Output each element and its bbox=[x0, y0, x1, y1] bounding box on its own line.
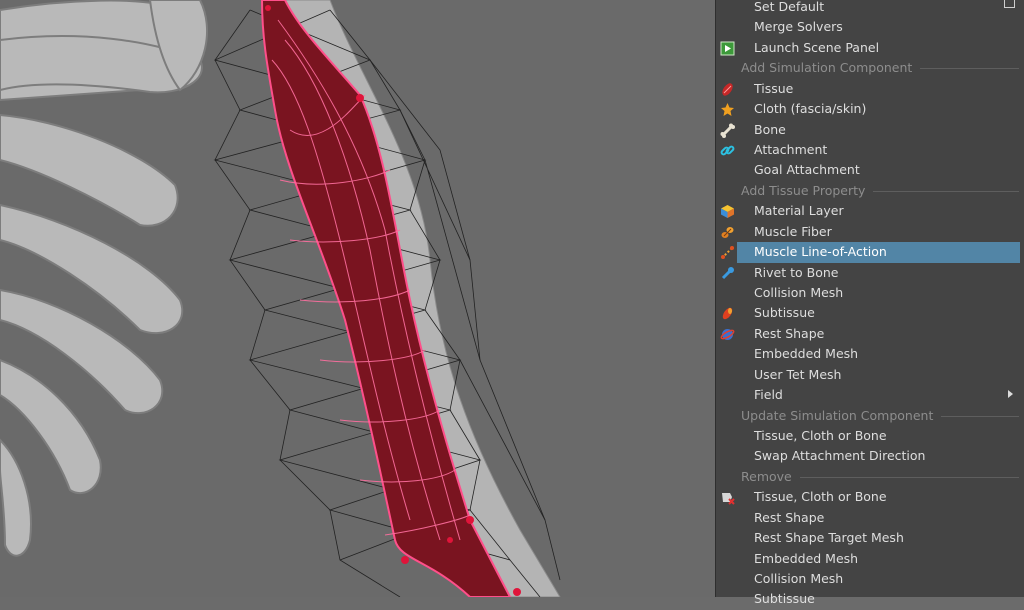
cloth-icon bbox=[720, 102, 735, 117]
section-divider bbox=[941, 415, 1019, 417]
ribcage-mesh bbox=[0, 0, 208, 557]
section-header-remove: Remove bbox=[716, 467, 1024, 487]
menu-item-label: Rest Shape bbox=[754, 509, 825, 525]
menu-item-label: Embedded Mesh bbox=[754, 550, 859, 566]
menu-item-label: Attachment bbox=[754, 142, 828, 157]
menu-item-embedded-mesh[interactable]: Embedded Mesh bbox=[716, 549, 1024, 569]
menu-item-muscle-fiber[interactable]: Muscle Fiber bbox=[716, 222, 1024, 242]
menu-item-merge-solvers[interactable]: Merge Solvers bbox=[716, 17, 1024, 37]
subtissue-icon bbox=[720, 306, 735, 321]
menu-item-label: Collision Mesh bbox=[754, 571, 844, 587]
section-header-update-simulation-component: Update Simulation Component bbox=[716, 406, 1024, 426]
menu-item-tissue-cloth-or-bone[interactable]: Tissue, Cloth or Bone bbox=[716, 487, 1024, 507]
menu-item-label: Field bbox=[754, 387, 783, 403]
menu-item-label: Material Layer bbox=[754, 203, 844, 219]
menu-item-label: Muscle Fiber bbox=[754, 223, 832, 239]
menu-item-cloth-fascia-skin[interactable]: Cloth (fascia/skin) bbox=[716, 99, 1024, 119]
menu-item-swap-attachment-direction[interactable]: Swap Attachment Direction bbox=[716, 446, 1024, 466]
attachment-icon bbox=[720, 143, 735, 158]
menu-item-label: Muscle Line-of-Action bbox=[754, 244, 887, 260]
menu-item-label: Cloth (fascia/skin) bbox=[754, 101, 867, 117]
line-of-action-icon bbox=[720, 245, 735, 260]
menu-item-label: Bone bbox=[754, 121, 786, 137]
section-header-label: Add Tissue Property bbox=[741, 182, 866, 198]
bone-icon bbox=[720, 123, 735, 138]
menu-item-collision-mesh[interactable]: Collision Mesh bbox=[716, 283, 1024, 303]
menu-item-muscle-line-of-action[interactable]: Muscle Line-of-Action bbox=[721, 242, 1020, 263]
section-divider bbox=[800, 476, 1019, 478]
menu-item-label: User Tet Mesh bbox=[754, 366, 842, 382]
scene-canvas[interactable] bbox=[0, 0, 715, 597]
menu-item-label: Embedded Mesh bbox=[754, 346, 859, 362]
menu-item-launch-scene-panel[interactable]: Launch Scene Panel bbox=[716, 38, 1024, 58]
menu-item-embedded-mesh[interactable]: Embedded Mesh bbox=[716, 344, 1024, 364]
menu-item-tissue[interactable]: Tissue bbox=[716, 79, 1024, 99]
menu-item-subtissue[interactable]: Subtissue bbox=[716, 589, 1024, 609]
menu-item-label: Rest Shape Target Mesh bbox=[754, 530, 904, 546]
option-checkbox[interactable] bbox=[1004, 0, 1015, 8]
menu-item-material-layer[interactable]: Material Layer bbox=[716, 201, 1024, 221]
menu-item-label: Launch Scene Panel bbox=[754, 39, 880, 55]
muscle-fiber-icon bbox=[720, 225, 735, 240]
menu-item-label: Tissue, Cloth or Bone bbox=[754, 489, 887, 505]
menu-item-rivet-to-bone[interactable]: Rivet to Bone bbox=[716, 263, 1024, 283]
remove-icon bbox=[720, 490, 735, 506]
menu-item-bone[interactable]: Bone bbox=[716, 120, 1024, 140]
menu-item-label: Set Default bbox=[754, 0, 825, 14]
menu-item-label: Subtissue bbox=[754, 305, 815, 321]
menu-item-label: Rest Shape bbox=[754, 325, 825, 341]
3d-viewport[interactable] bbox=[0, 0, 715, 597]
section-header-add-simulation-component: Add Simulation Component bbox=[716, 58, 1024, 78]
scene-panel-icon bbox=[720, 41, 735, 56]
menu-item-set-default[interactable]: Set Default bbox=[716, 0, 1024, 17]
menu-item-label: Subtissue bbox=[754, 591, 815, 607]
menu-item-rest-shape[interactable]: Rest Shape bbox=[716, 508, 1024, 528]
menu-item-rest-shape-target-mesh[interactable]: Rest Shape Target Mesh bbox=[716, 528, 1024, 548]
tissue-icon bbox=[720, 82, 735, 97]
submenu-arrow-icon bbox=[1008, 390, 1013, 399]
menu-item-rest-shape[interactable]: Rest Shape bbox=[716, 324, 1024, 344]
menu-item-user-tet-mesh[interactable]: User Tet Mesh bbox=[716, 365, 1024, 385]
menu-item-subtissue[interactable]: Subtissue bbox=[716, 303, 1024, 323]
menu-item-goal-attachment[interactable]: Goal Attachment bbox=[716, 160, 1024, 180]
menu-item-collision-mesh[interactable]: Collision Mesh bbox=[716, 569, 1024, 589]
menu-item-attachment[interactable]: Attachment bbox=[716, 140, 1024, 160]
menu-item-label: Collision Mesh bbox=[754, 285, 844, 301]
menu-item-label: Swap Attachment Direction bbox=[754, 448, 926, 464]
rest-shape-icon bbox=[720, 327, 735, 342]
menu-item-label: Goal Attachment bbox=[754, 162, 860, 178]
section-header-label: Update Simulation Component bbox=[741, 407, 934, 423]
menu-item-label: Merge Solvers bbox=[754, 19, 843, 35]
section-header-label: Add Simulation Component bbox=[741, 60, 913, 76]
menu-item-tissue-cloth-or-bone[interactable]: Tissue, Cloth or Bone bbox=[716, 426, 1024, 446]
menu-item-field[interactable]: Field bbox=[716, 385, 1024, 405]
menu-item-label: Rivet to Bone bbox=[754, 264, 839, 280]
rivet-icon bbox=[720, 266, 735, 281]
context-menu: Set Default Merge Solvers Launch Scene Pan… bbox=[715, 0, 1024, 606]
section-divider bbox=[920, 68, 1019, 70]
menu-item-label: Tissue bbox=[754, 80, 794, 96]
menu-item-label: Tissue, Cloth or Bone bbox=[754, 428, 887, 444]
section-header-add-tissue-property: Add Tissue Property bbox=[716, 181, 1024, 201]
section-header-label: Remove bbox=[741, 468, 792, 484]
material-layer-icon bbox=[720, 204, 735, 219]
section-divider bbox=[873, 190, 1019, 192]
